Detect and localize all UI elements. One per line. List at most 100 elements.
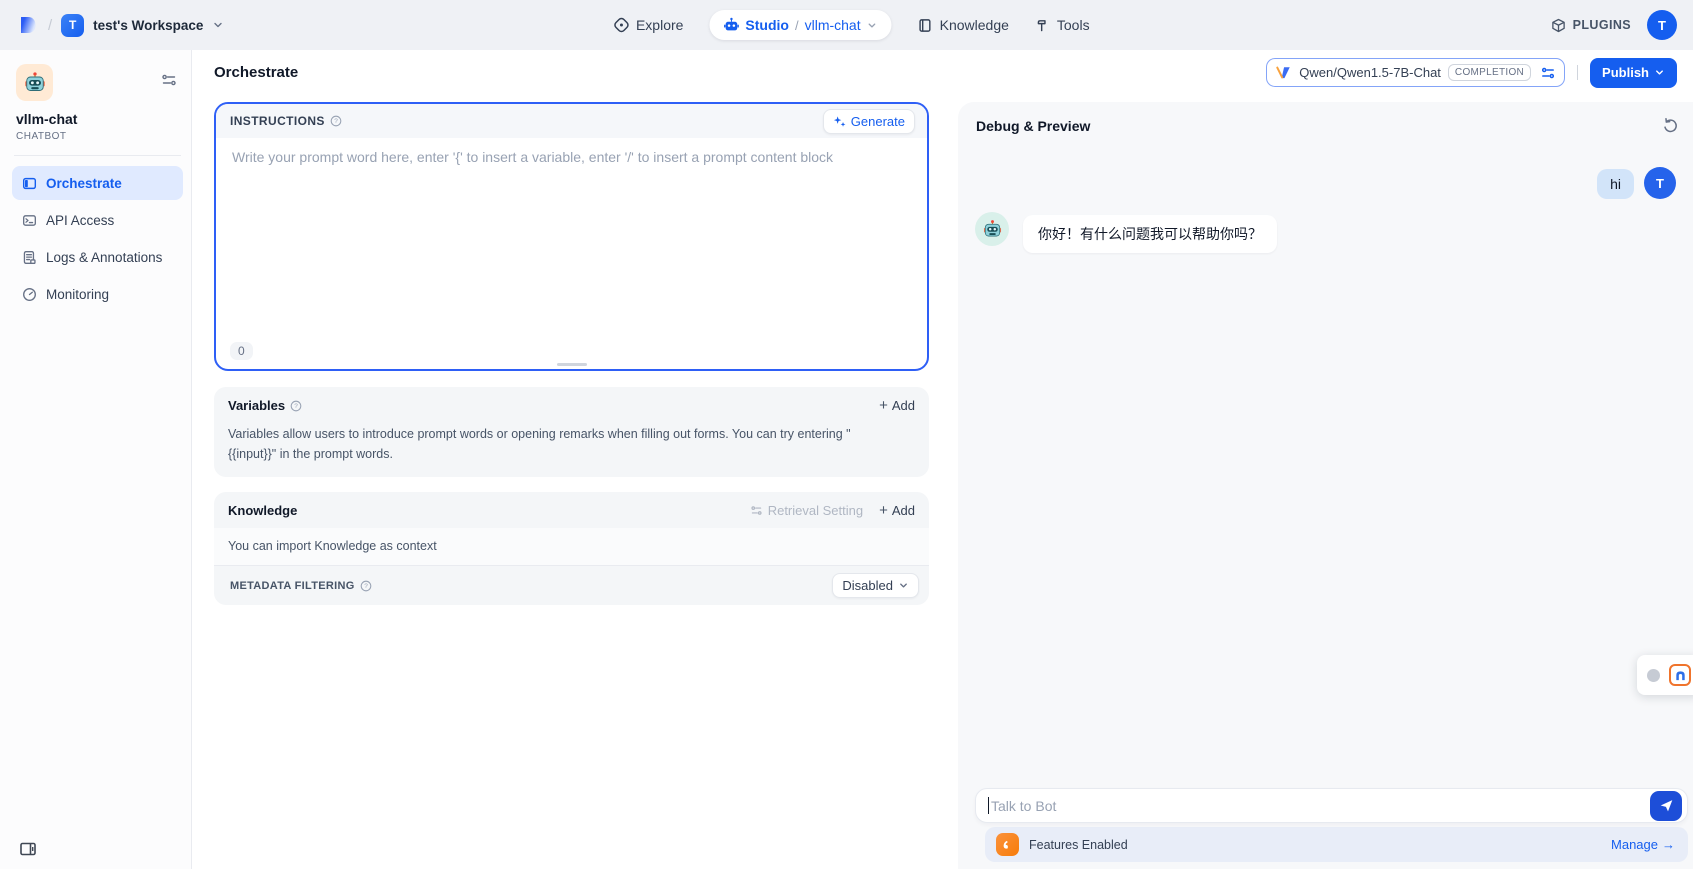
extension-icon[interactable] bbox=[1669, 664, 1691, 686]
publish-button[interactable]: Publish bbox=[1590, 58, 1677, 88]
sidebar-item-orchestrate[interactable]: Orchestrate bbox=[12, 166, 183, 200]
robot-emoji-icon bbox=[23, 71, 47, 95]
send-button[interactable] bbox=[1650, 791, 1682, 821]
orchestrate-icon bbox=[22, 176, 37, 191]
app-settings-icon[interactable] bbox=[161, 72, 177, 93]
retrieval-setting-button[interactable]: Retrieval Setting bbox=[750, 503, 863, 518]
help-circle-icon[interactable]: ? bbox=[330, 115, 342, 127]
chat-input-box[interactable] bbox=[975, 788, 1688, 823]
model-selector[interactable]: Qwen/Qwen1.5-7B-Chat COMPLETION bbox=[1266, 58, 1565, 87]
model-mode-badge: COMPLETION bbox=[1448, 64, 1531, 81]
chevron-down-icon[interactable] bbox=[867, 20, 878, 31]
help-circle-icon[interactable]: ? bbox=[290, 400, 302, 412]
plugins-label: PLUGINS bbox=[1573, 18, 1631, 32]
model-params-icon[interactable] bbox=[1540, 65, 1556, 81]
add-knowledge-button[interactable]: + Add bbox=[879, 502, 915, 519]
page-header: Orchestrate Qwen/Qwen1.5-7B-Chat COMPLET… bbox=[192, 50, 1693, 95]
add-variable-button[interactable]: + Add bbox=[879, 397, 915, 414]
features-label: Features Enabled bbox=[1029, 838, 1128, 852]
metadata-filtering-select[interactable]: Disabled bbox=[832, 573, 919, 598]
variables-card: Variables ? + Add Variables allow users … bbox=[214, 387, 929, 477]
sidebar-app-name: vllm-chat bbox=[16, 111, 179, 127]
sparkles-icon bbox=[833, 115, 846, 128]
debug-preview-title: Debug & Preview bbox=[976, 118, 1090, 134]
page-title: Orchestrate bbox=[214, 64, 298, 81]
chevron-down-icon bbox=[898, 580, 909, 591]
arrow-right-icon: → bbox=[1662, 837, 1675, 852]
terminal-icon bbox=[22, 213, 37, 228]
sidebar-item-logs-annotations[interactable]: Logs & Annotations bbox=[12, 240, 183, 274]
nav-knowledge-label: Knowledge bbox=[940, 17, 1009, 33]
help-circle-icon[interactable]: ? bbox=[360, 580, 372, 592]
retrieval-setting-label: Retrieval Setting bbox=[768, 503, 863, 518]
collapse-sidebar-button[interactable] bbox=[19, 840, 37, 863]
hammer-icon bbox=[1035, 18, 1050, 33]
debug-preview-panel: Debug & Preview hi T bbox=[958, 102, 1693, 869]
sidebar-item-label: Logs & Annotations bbox=[46, 250, 162, 265]
nav-pill-slash: / bbox=[795, 18, 799, 33]
chat-message-bot: 你好！有什么问题我可以帮助你吗？ bbox=[975, 212, 1676, 253]
robot-icon bbox=[723, 17, 739, 33]
book-icon bbox=[918, 18, 933, 33]
features-bar: Features Enabled Manage → bbox=[985, 827, 1688, 862]
sidebar-divider bbox=[14, 155, 181, 156]
nav-tools[interactable]: Tools bbox=[1035, 17, 1090, 33]
user-avatar[interactable]: T bbox=[1647, 10, 1677, 40]
send-icon bbox=[1659, 798, 1674, 813]
nav-explore[interactable]: Explore bbox=[613, 17, 683, 33]
app-type-badge: CHATBOT bbox=[16, 131, 179, 142]
instructions-title: INSTRUCTIONS bbox=[230, 114, 325, 128]
add-label: Add bbox=[892, 398, 915, 413]
nav-explore-label: Explore bbox=[636, 17, 683, 33]
explore-icon bbox=[613, 17, 629, 33]
app-icon bbox=[16, 64, 53, 101]
variables-description: Variables allow users to introduce promp… bbox=[214, 414, 929, 477]
nav-studio-active[interactable]: Studio / vllm-chat bbox=[709, 10, 891, 40]
drag-dot-icon bbox=[1647, 669, 1660, 682]
resize-handle[interactable] bbox=[557, 363, 587, 366]
gauge-icon bbox=[22, 287, 37, 302]
text-caret bbox=[988, 797, 989, 814]
knowledge-card: Knowledge Retrieval Setting + Add bbox=[214, 492, 929, 605]
manage-label: Manage bbox=[1611, 837, 1658, 852]
chat-input[interactable] bbox=[991, 798, 1641, 814]
publish-label: Publish bbox=[1602, 65, 1649, 80]
manage-features-link[interactable]: Manage → bbox=[1611, 837, 1675, 852]
sidebar-item-label: API Access bbox=[46, 213, 114, 228]
bot-message-bubble: 你好！有什么问题我可以帮助你吗？ bbox=[1023, 215, 1277, 253]
nav-tools-label: Tools bbox=[1057, 17, 1090, 33]
prompt-placeholder: Write your prompt word here, enter '{' t… bbox=[232, 149, 833, 165]
svg-text:?: ? bbox=[364, 583, 368, 590]
robot-emoji-icon bbox=[982, 219, 1003, 240]
chevron-down-icon bbox=[1654, 67, 1665, 78]
sidebar: vllm-chat CHATBOT Orchestrate API Access bbox=[0, 50, 192, 869]
svg-text:?: ? bbox=[334, 118, 338, 125]
plugins-button[interactable]: PLUGINS bbox=[1551, 18, 1631, 33]
nav-knowledge[interactable]: Knowledge bbox=[918, 17, 1009, 33]
cube-icon bbox=[1551, 18, 1566, 33]
dify-logo[interactable] bbox=[17, 14, 39, 36]
prompt-editor[interactable]: Write your prompt word here, enter '{' t… bbox=[216, 138, 927, 369]
restart-conversation-icon[interactable] bbox=[1662, 117, 1679, 134]
workspace-name[interactable]: test's Workspace bbox=[93, 18, 203, 33]
metadata-filtering-row: METADATA FILTERING ? Disabled bbox=[214, 565, 929, 605]
bot-avatar bbox=[975, 212, 1009, 246]
plus-icon: + bbox=[879, 397, 888, 414]
add-label: Add bbox=[892, 503, 915, 518]
vllm-logo-icon bbox=[1275, 64, 1292, 81]
chat-bottom-area: Features Enabled Manage → bbox=[975, 788, 1688, 862]
generate-button[interactable]: Generate bbox=[823, 109, 915, 134]
sidebar-item-api-access[interactable]: API Access bbox=[12, 203, 183, 237]
user-message-bubble: hi bbox=[1597, 169, 1634, 199]
sidebar-item-monitoring[interactable]: Monitoring bbox=[12, 277, 183, 311]
metadata-filtering-value: Disabled bbox=[842, 578, 893, 593]
avatar: T bbox=[1644, 167, 1676, 199]
features-icon bbox=[996, 833, 1019, 856]
floating-extension-widget[interactable] bbox=[1637, 655, 1693, 695]
workspace-avatar[interactable]: T bbox=[61, 14, 84, 37]
sidebar-item-label: Orchestrate bbox=[46, 176, 122, 191]
svg-text:?: ? bbox=[294, 403, 298, 410]
chevron-down-icon[interactable] bbox=[212, 19, 224, 31]
model-name: Qwen/Qwen1.5-7B-Chat bbox=[1299, 65, 1441, 80]
orchestrate-config-column: INSTRUCTIONS ? Generate Write bbox=[192, 95, 958, 869]
